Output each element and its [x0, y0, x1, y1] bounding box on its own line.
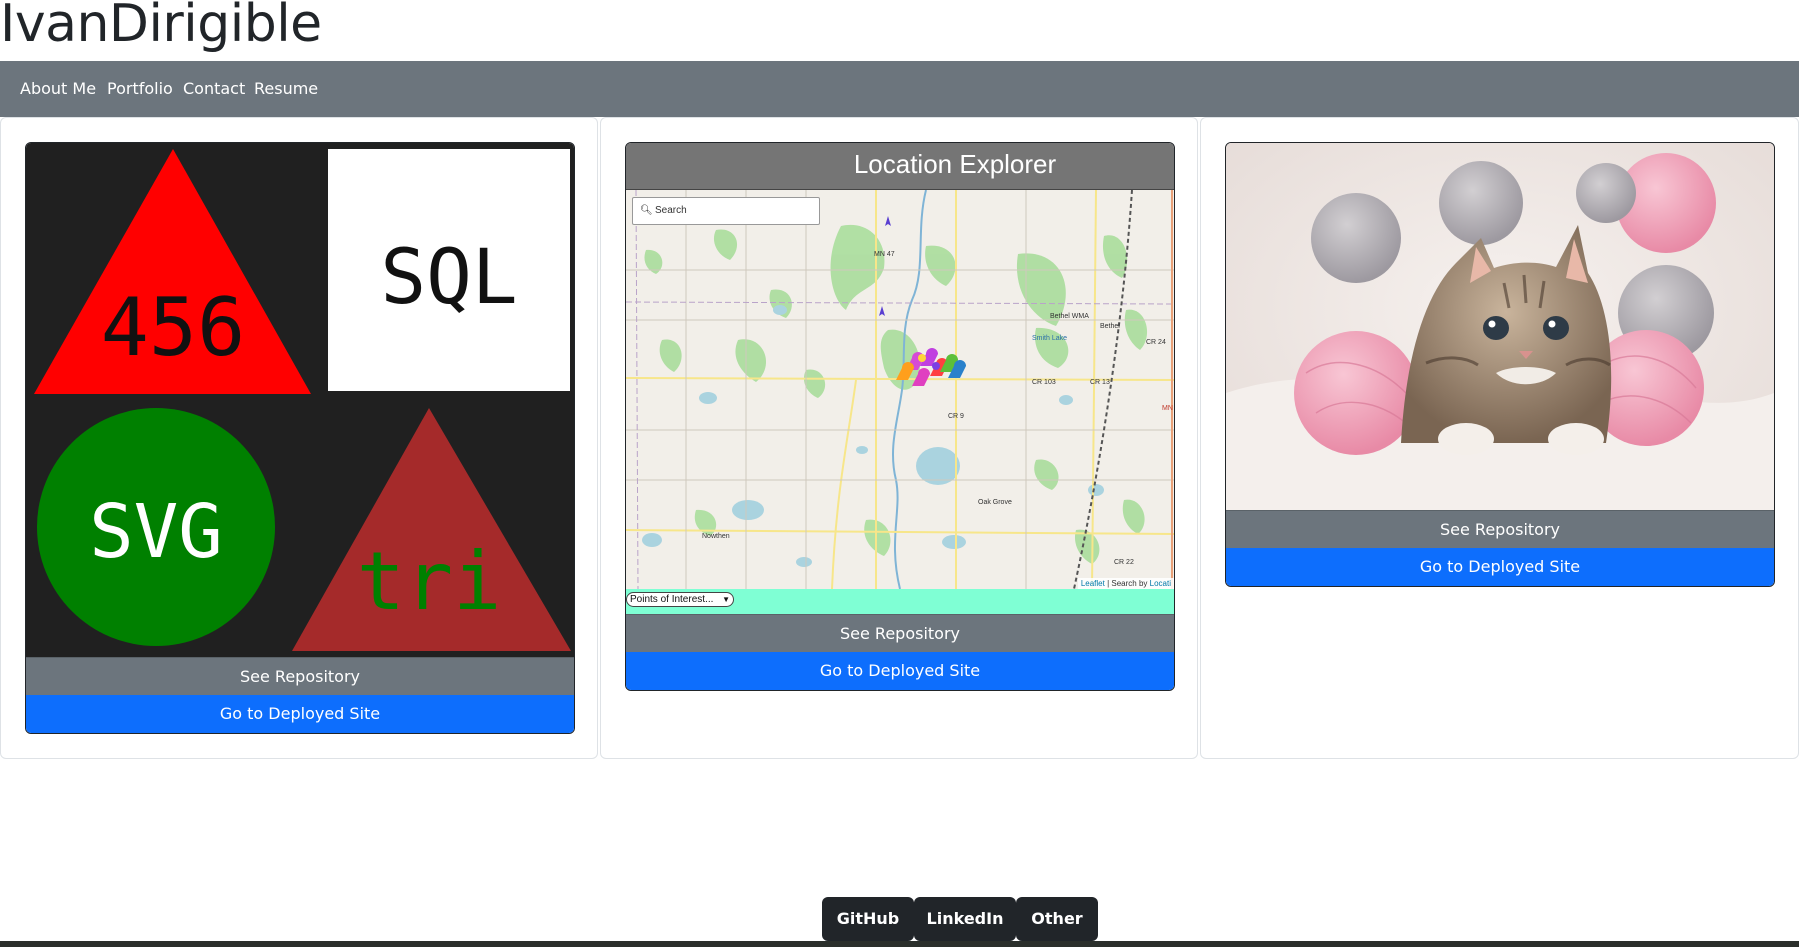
project-card-shapes: 456 SQL SVG tri See Repository Go to Dep… — [0, 117, 598, 759]
poi-bar: Points of Interest... ▼ — [626, 589, 1174, 614]
magnifier-icon: 🔍︎ — [640, 205, 653, 216]
kitten-with-yarn-photo[interactable] — [1226, 143, 1774, 510]
svg-text:Bethel WMA: Bethel WMA — [1050, 313, 1089, 320]
attribution-tail[interactable]: Locati — [1150, 579, 1171, 588]
nav-link-resume[interactable]: Resume — [254, 61, 318, 117]
points-of-interest-select[interactable]: Points of Interest... ▼ — [626, 592, 734, 607]
svg-text:CR 22: CR 22 — [1114, 559, 1134, 566]
site-title: IvanDirigible — [0, 0, 322, 54]
nav-link-contact[interactable]: Contact — [183, 61, 245, 117]
map-search-placeholder: Search — [655, 205, 687, 216]
svg-text:Oak Grove: Oak Grove — [978, 499, 1012, 506]
svg-text:Bethel: Bethel — [1100, 323, 1120, 330]
map-view[interactable]: MN 47 Bethel WMA Bethel Smith Lake CR 24… — [626, 190, 1174, 589]
nav-link-portfolio[interactable]: Portfolio — [107, 61, 173, 117]
svg-text:CR 9: CR 9 — [948, 413, 964, 420]
map-attribution: Leaflet | Search by Locati — [1077, 578, 1174, 589]
deployed-site-button[interactable]: Go to Deployed Site — [626, 652, 1174, 690]
attribution-text: | Search by — [1107, 579, 1150, 588]
see-repository-button[interactable]: See Repository — [1226, 510, 1774, 548]
project-card-kitten: See Repository Go to Deployed Site — [1200, 117, 1799, 759]
box-label: SQL — [380, 232, 517, 321]
location-explorer-title: Location Explorer — [626, 143, 1174, 190]
svg-text:CR 24: CR 24 — [1146, 339, 1166, 346]
svg-text:MN: MN — [1162, 405, 1173, 412]
svg-text:MN 47: MN 47 — [874, 251, 895, 258]
map-tiles: MN 47 Bethel WMA Bethel Smith Lake CR 24… — [626, 190, 1174, 589]
leaflet-link[interactable]: Leaflet — [1081, 579, 1105, 588]
navbar: About Me Portfolio Contact Resume — [0, 61, 1799, 117]
small-triangle-label: tri — [357, 535, 502, 628]
footer-linkedin-button[interactable]: LinkedIn — [914, 897, 1016, 941]
project-card-location-explorer: Location Explorer MN 47 Bethel WMA Bethe… — [600, 117, 1198, 759]
svg-text:CR 103: CR 103 — [1032, 379, 1056, 386]
chevron-down-icon: ▼ — [722, 595, 730, 604]
project-tile: See Repository Go to Deployed Site — [1225, 142, 1775, 587]
poi-select-value: Points of Interest... — [630, 594, 714, 605]
nav-link-about-me[interactable]: About Me — [20, 61, 96, 117]
see-repository-button[interactable]: See Repository — [26, 657, 574, 695]
footer-bar — [0, 941, 1799, 947]
deployed-site-button[interactable]: Go to Deployed Site — [1226, 548, 1774, 586]
map-search-input[interactable]: 🔍︎ Search — [632, 197, 820, 225]
footer-other-button[interactable]: Other — [1016, 897, 1098, 941]
svg-text:Smith Lake: Smith Lake — [1032, 335, 1067, 342]
circle-label: SVG — [89, 489, 223, 575]
shapes-thumbnail[interactable]: 456 SQL SVG tri — [26, 143, 574, 657]
see-repository-button[interactable]: See Repository — [626, 614, 1174, 652]
triangle-label: 456 — [101, 281, 246, 374]
project-tile: 456 SQL SVG tri See Repository Go to Dep… — [25, 142, 575, 734]
footer-github-button[interactable]: GitHub — [822, 897, 914, 941]
project-tile: Location Explorer MN 47 Bethel WMA Bethe… — [625, 142, 1175, 691]
deployed-site-button[interactable]: Go to Deployed Site — [26, 695, 574, 733]
svg-text:Nowthen: Nowthen — [702, 533, 730, 540]
svg-text:CR 13: CR 13 — [1090, 379, 1110, 386]
